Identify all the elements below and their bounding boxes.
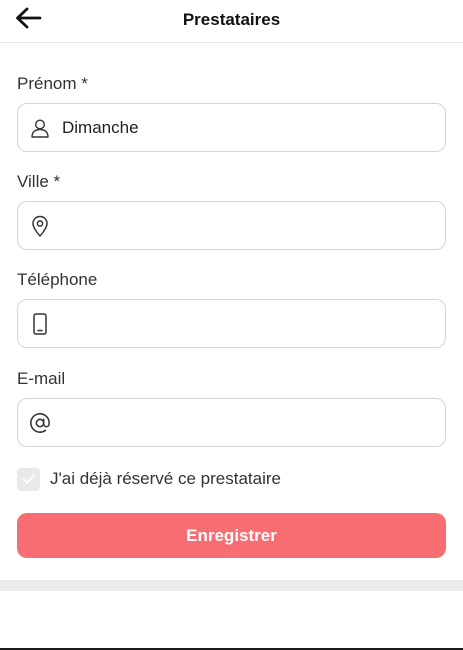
phone-field[interactable]: [17, 299, 446, 348]
save-button[interactable]: Enregistrer: [17, 513, 446, 558]
header: Prestataires: [0, 0, 463, 43]
city-field[interactable]: [17, 201, 446, 250]
already-booked-checkbox[interactable]: [17, 467, 40, 491]
map-pin-icon: [18, 201, 62, 250]
city-label: Ville *: [17, 172, 61, 191]
firstname-field[interactable]: [17, 103, 446, 152]
email-label: E-mail: [17, 369, 66, 388]
firstname-input[interactable]: [62, 104, 445, 151]
email-input[interactable]: [62, 399, 445, 446]
page-title: Prestataires: [182, 10, 281, 29]
already-booked-checkbox-row[interactable]: J'ai déjà réservé ce prestataire: [17, 466, 281, 492]
phone-input[interactable]: [62, 300, 445, 347]
at-sign-icon: [18, 398, 62, 447]
footer-divider: [0, 580, 463, 591]
email-field[interactable]: [17, 398, 446, 447]
user-icon: [18, 103, 62, 152]
city-input[interactable]: [62, 202, 445, 249]
firstname-label: Prénom *: [17, 74, 88, 93]
check-icon: [22, 474, 35, 484]
phone-label: Téléphone: [17, 270, 98, 289]
already-booked-label: J'ai déjà réservé ce prestataire: [50, 469, 281, 488]
smartphone-icon: [18, 299, 62, 348]
